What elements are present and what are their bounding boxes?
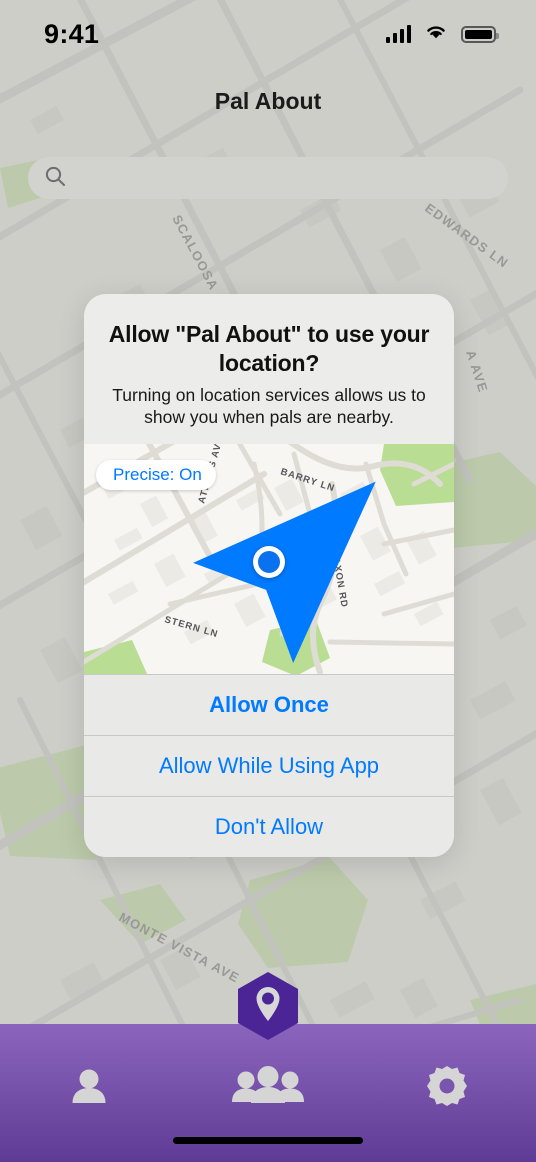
home-indicator	[173, 1137, 363, 1144]
tab-profile[interactable]	[0, 1052, 179, 1124]
people-group-icon	[231, 1063, 305, 1114]
precise-location-badge[interactable]: Precise: On	[96, 460, 376, 664]
dialog-header: Allow "Pal About" to use your location? …	[84, 294, 454, 444]
search-icon	[44, 165, 66, 192]
page-title: Pal About	[214, 88, 322, 114]
gear-icon	[423, 1062, 471, 1115]
dialog-title: Allow "Pal About" to use your location?	[108, 321, 430, 376]
map-pin-hexagon-icon[interactable]	[238, 972, 298, 1040]
search-input[interactable]	[28, 157, 508, 199]
cellular-bars-icon	[386, 25, 411, 43]
location-permission-dialog: Allow "Pal About" to use your location? …	[84, 294, 454, 858]
person-icon	[66, 1063, 112, 1114]
dialog-map-preview[interactable]: BARRY LN ATHENS AVE FAXON RD STERN LN Pr…	[84, 444, 454, 675]
allow-while-using-app-button[interactable]: Allow While Using App	[84, 735, 454, 797]
status-icons	[386, 23, 499, 46]
tab-settings[interactable]	[357, 1052, 536, 1124]
dialog-message: Turning on location services allows us t…	[112, 385, 426, 428]
status-bar: 9:41	[0, 0, 536, 68]
blue-location-dot	[253, 546, 285, 579]
phone-screen: SCALOOSA AVE EDWARDS LN MONTE VISTA AVE …	[0, 0, 536, 1162]
tab-pals[interactable]	[179, 1052, 358, 1124]
allow-once-button[interactable]: Allow Once	[84, 674, 454, 736]
status-time: 9:41	[44, 18, 100, 49]
battery-full-icon	[461, 25, 499, 43]
dont-allow-button[interactable]: Don't Allow	[84, 796, 454, 858]
wifi-icon	[424, 23, 448, 46]
